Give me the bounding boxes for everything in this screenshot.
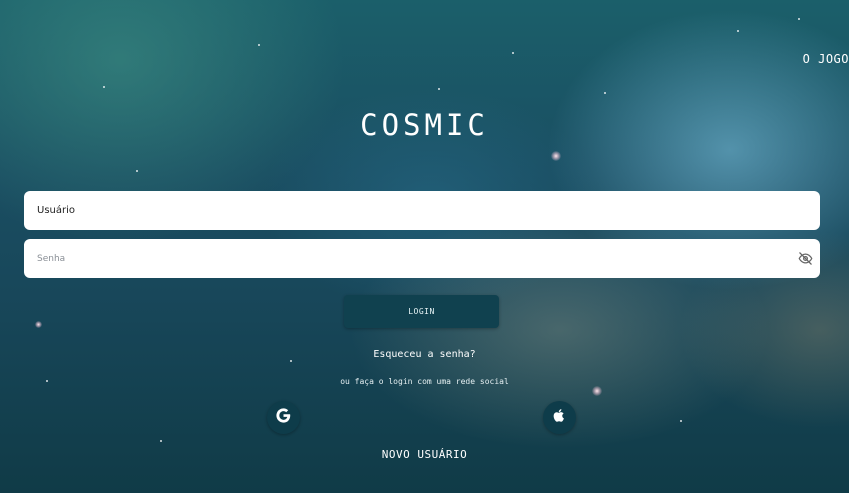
google-icon bbox=[275, 407, 292, 428]
apple-icon bbox=[552, 408, 567, 427]
bright-star bbox=[592, 386, 602, 396]
forgot-password-link[interactable]: Esqueceu a senha? bbox=[0, 349, 849, 360]
username-input[interactable] bbox=[24, 191, 777, 230]
apple-login-button[interactable] bbox=[543, 401, 576, 434]
username-field[interactable] bbox=[24, 191, 820, 230]
login-button[interactable]: LOGIN bbox=[344, 295, 499, 328]
password-input[interactable] bbox=[24, 239, 777, 278]
bright-star bbox=[35, 321, 42, 328]
app-logo: COSMIC bbox=[360, 108, 489, 142]
google-login-button[interactable] bbox=[267, 401, 300, 434]
new-user-link[interactable]: NOVO USUÁRIO bbox=[0, 448, 849, 461]
eye-slash-icon[interactable] bbox=[798, 251, 813, 266]
bright-star bbox=[551, 151, 561, 161]
password-field[interactable] bbox=[24, 239, 820, 278]
social-login-prompt: ou faça o login com uma rede social bbox=[340, 377, 509, 386]
nav-game-link[interactable]: O JOGO bbox=[803, 52, 849, 66]
